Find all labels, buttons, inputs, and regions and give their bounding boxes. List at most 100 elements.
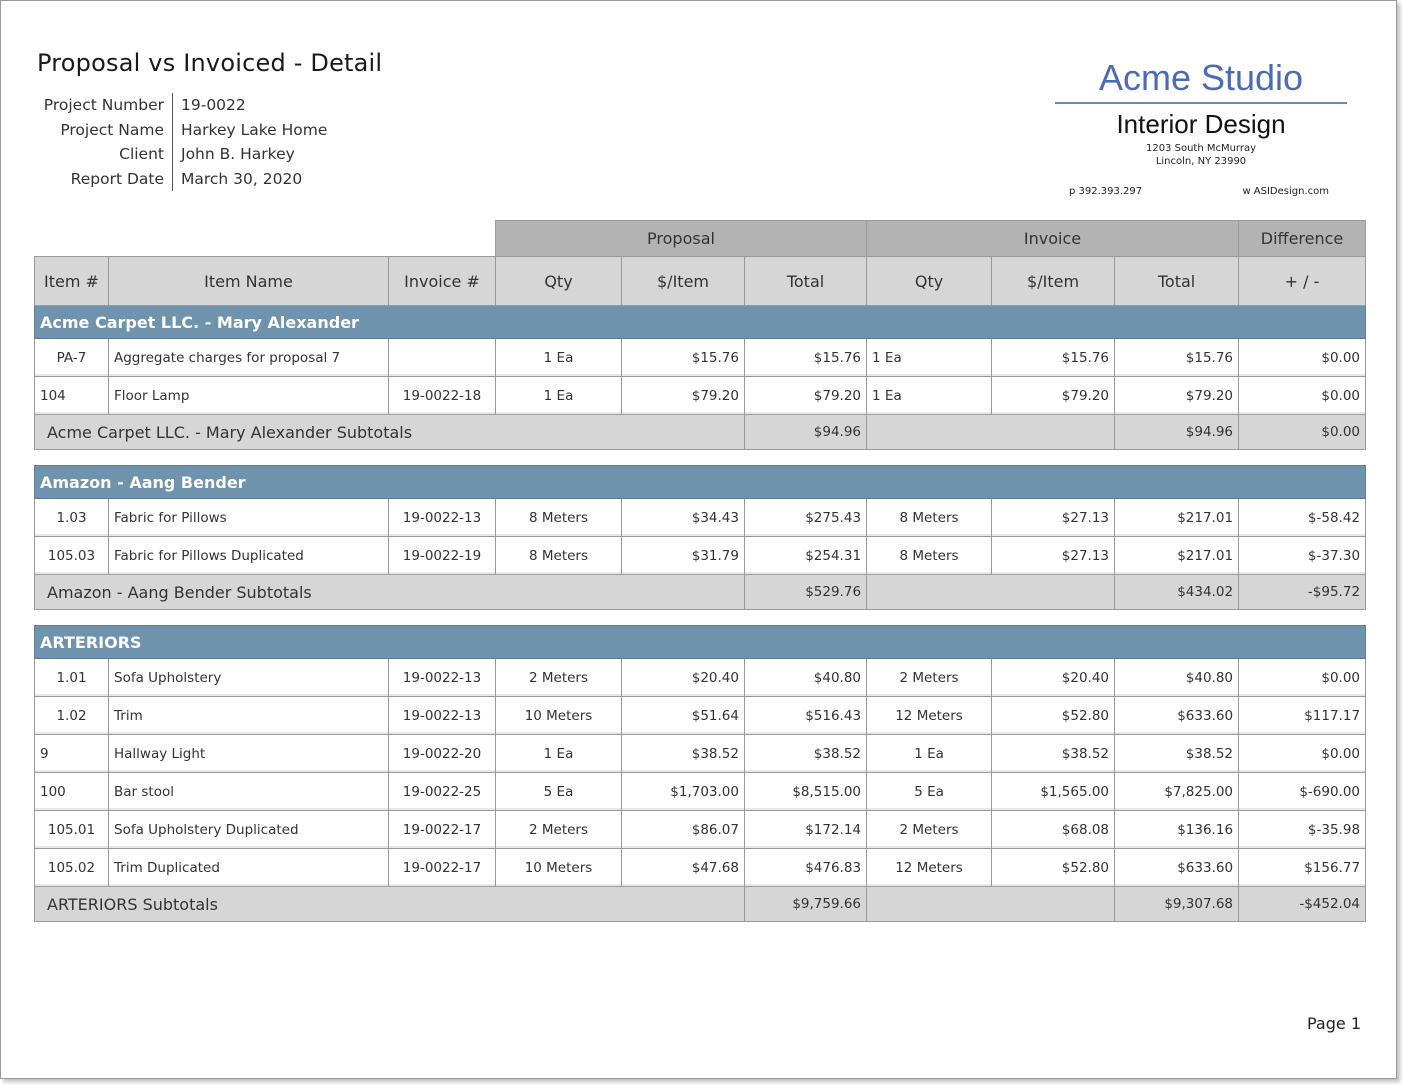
cell-invoice-no: 19-0022-18 xyxy=(388,376,496,415)
subtotal-label: ARTERIORS Subtotals xyxy=(34,886,745,922)
meta-label: Client xyxy=(37,142,173,167)
group-header-row: Proposal Invoice Difference xyxy=(34,220,1367,257)
proposal-group-header: Proposal xyxy=(494,220,868,257)
table-row: 100 Bar stool 19-0022-25 5 Ea $1,703.00 … xyxy=(34,772,1367,811)
cell-proposal-qty: 10 Meters xyxy=(495,696,622,735)
column-header-row: Item # Item Name Invoice # Qty $/Item To… xyxy=(34,256,1367,306)
cell-invoice-qty: 2 Meters xyxy=(866,810,993,849)
cell-difference: $-37.30 xyxy=(1238,536,1367,575)
cell-difference: $0.00 xyxy=(1238,734,1367,773)
meta-row-project-number: Project Number 19-0022 xyxy=(37,93,327,118)
meta-value: 19-0022 xyxy=(181,96,246,115)
cell-item-name: Trim xyxy=(108,696,389,735)
subtotal-proposal: $529.76 xyxy=(743,574,868,610)
cell-proposal-qty: 10 Meters xyxy=(495,848,622,887)
section-name: Amazon - Aang Bender xyxy=(33,465,1367,499)
section-name: ARTERIORS xyxy=(33,625,1367,659)
cell-proposal-total: $8,515.00 xyxy=(743,772,868,811)
meta-label: Project Number xyxy=(37,93,173,118)
cell-invoice-total: $15.76 xyxy=(1114,338,1240,377)
cell-proposal-qty: 2 Meters xyxy=(495,810,622,849)
cell-invoice-qty: 1 Ea xyxy=(866,376,993,415)
company-name: Acme Studio xyxy=(1098,57,1304,98)
subtotal-label: Acme Carpet LLC. - Mary Alexander Subtot… xyxy=(34,414,745,450)
cell-proposal-qty: 1 Ea xyxy=(495,338,622,377)
cell-proposal-qty: 1 Ea xyxy=(495,734,622,773)
subtotal-difference: -$452.04 xyxy=(1238,886,1367,922)
cell-proposal-qty: 8 Meters xyxy=(495,536,622,575)
invoice-group-header: Invoice xyxy=(866,220,1240,257)
cell-item-name: Fabric for Pillows Duplicated xyxy=(108,536,389,575)
col-invoice-total: Total xyxy=(1114,256,1240,306)
col-item-no: Item # xyxy=(34,256,109,306)
meta-label: Project Name xyxy=(37,117,173,142)
cell-invoice-total: $217.01 xyxy=(1114,498,1240,537)
col-proposal-qty: Qty xyxy=(495,256,622,306)
cell-item-name: Hallway Light xyxy=(108,734,389,773)
cell-invoice-qty: 8 Meters xyxy=(866,498,993,537)
company-contacts: p 392.393.297 w ASIDesign.com xyxy=(1069,186,1329,197)
cell-proposal-per-item: $51.64 xyxy=(621,696,745,735)
cell-proposal-per-item: $79.20 xyxy=(621,376,745,415)
company-subtitle: Interior Design xyxy=(1116,109,1286,139)
cell-invoice-total: $40.80 xyxy=(1114,658,1240,697)
cell-invoice-per-item: $79.20 xyxy=(991,376,1116,415)
meta-value: March 30, 2020 xyxy=(181,169,303,188)
cell-invoice-no: 19-0022-17 xyxy=(388,810,496,849)
address-line-2: Lincoln, NY 23990 xyxy=(1155,156,1247,167)
cell-invoice-per-item: $52.80 xyxy=(991,848,1116,887)
cell-invoice-no: 19-0022-17 xyxy=(388,848,496,887)
col-item-name: Item Name xyxy=(108,256,389,306)
cell-item-no: PA-7 xyxy=(34,338,109,377)
cell-invoice-per-item: $20.40 xyxy=(991,658,1116,697)
subtotal-row: Acme Carpet LLC. - Mary Alexander Subtot… xyxy=(34,414,1367,450)
cell-proposal-total: $15.76 xyxy=(743,338,868,377)
cell-item-name: Bar stool xyxy=(108,772,389,811)
cell-item-no: 105.02 xyxy=(34,848,109,887)
cell-invoice-per-item: $27.13 xyxy=(991,498,1116,537)
cell-invoice-no: 19-0022-13 xyxy=(388,658,496,697)
cell-proposal-total: $40.80 xyxy=(743,658,868,697)
cell-invoice-per-item: $1,565.00 xyxy=(991,772,1116,811)
meta-row-report-date: Report Date March 30, 2020 xyxy=(37,166,327,191)
subtotal-label: Amazon - Aang Bender Subtotals xyxy=(34,574,745,610)
table-row: 105.02 Trim Duplicated 19-0022-17 10 Met… xyxy=(34,848,1367,887)
section-header: Acme Carpet LLC. - Mary Alexander xyxy=(33,305,1367,339)
meta-row-client: Client John B. Harkey xyxy=(37,142,327,167)
cell-proposal-total: $38.52 xyxy=(743,734,868,773)
report-title: Proposal vs Invoiced - Detail xyxy=(37,49,383,77)
cell-invoice-per-item: $68.08 xyxy=(991,810,1116,849)
cell-item-no: 9 xyxy=(34,734,109,773)
cell-invoice-total: $633.60 xyxy=(1114,696,1240,735)
cell-item-no: 1.03 xyxy=(34,498,109,537)
cell-proposal-total: $172.14 xyxy=(743,810,868,849)
cell-proposal-per-item: $15.76 xyxy=(621,338,745,377)
proposal-vs-invoice-table: Proposal Invoice Difference Item # Item … xyxy=(33,220,1367,922)
cell-difference: $156.77 xyxy=(1238,848,1367,887)
subtotal-row: ARTERIORS Subtotals $9,759.66 $9,307.68 … xyxy=(34,886,1367,922)
address-line-1: 1203 South McMurray xyxy=(1145,143,1257,154)
cell-invoice-no: 19-0022-13 xyxy=(388,498,496,537)
section-header: Amazon - Aang Bender xyxy=(33,465,1367,499)
cell-invoice-qty: 12 Meters xyxy=(866,696,993,735)
cell-invoice-qty: 8 Meters xyxy=(866,536,993,575)
cell-invoice-no xyxy=(388,338,496,377)
cell-invoice-qty: 1 Ea xyxy=(866,734,993,773)
table-row: 1.01 Sofa Upholstery 19-0022-13 2 Meters… xyxy=(34,658,1367,697)
cell-invoice-no: 19-0022-13 xyxy=(388,696,496,735)
cell-invoice-total: $633.60 xyxy=(1114,848,1240,887)
company-phone: p 392.393.297 xyxy=(1069,186,1143,197)
cell-proposal-qty: 5 Ea xyxy=(495,772,622,811)
cell-item-name: Trim Duplicated xyxy=(108,848,389,887)
cell-item-no: 1.01 xyxy=(34,658,109,697)
meta-row-project-name: Project Name Harkey Lake Home xyxy=(37,117,327,142)
cell-invoice-qty: 1 Ea xyxy=(866,338,993,377)
cell-proposal-total: $476.83 xyxy=(743,848,868,887)
logo-divider xyxy=(1055,102,1347,104)
subtotal-proposal: $94.96 xyxy=(743,414,868,450)
col-proposal-per-item: $/Item xyxy=(621,256,745,306)
cell-item-name: Floor Lamp xyxy=(108,376,389,415)
table-row: PA-7 Aggregate charges for proposal 7 1 … xyxy=(34,338,1367,377)
cell-difference: $0.00 xyxy=(1238,338,1367,377)
cell-difference: $-58.42 xyxy=(1238,498,1367,537)
